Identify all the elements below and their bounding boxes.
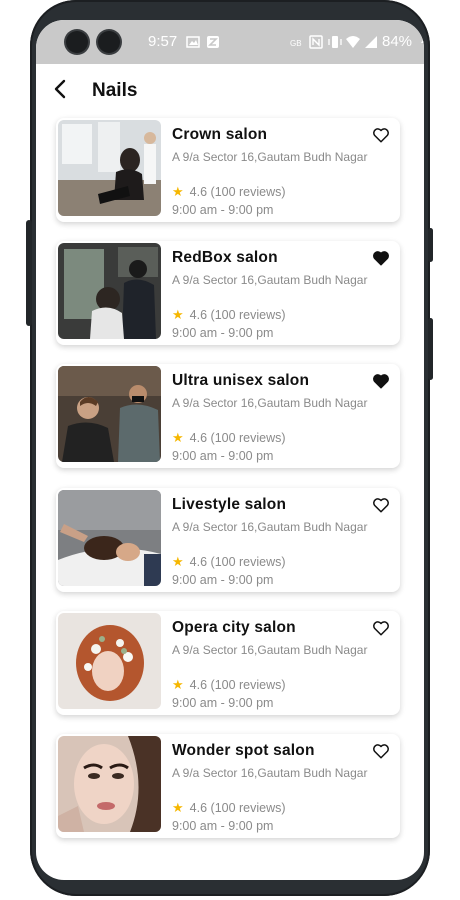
salon-card[interactable]: Crown salon A 9/a Sector 16,Gautam Budh …	[56, 118, 400, 222]
review-count: (100 reviews)	[210, 678, 286, 692]
review-count: (100 reviews)	[210, 431, 286, 445]
rating-row: ★ 4.6 (100 reviews)	[172, 554, 286, 570]
opening-hours: 9:00 am - 9:00 pm	[172, 696, 274, 710]
salon-address: A 9/a Sector 16,Gautam Budh Nagar	[172, 150, 368, 164]
opening-hours: 9:00 am - 9:00 pm	[172, 819, 274, 833]
app-screen: 9:57 GB 84% Nails Crown salon A 9/a Sect…	[36, 20, 424, 880]
page-title: Nails	[92, 80, 138, 101]
salon-address: A 9/a Sector 16,Gautam Budh Nagar	[172, 643, 368, 657]
salon-name: Opera city salon	[172, 619, 296, 636]
salon-address: A 9/a Sector 16,Gautam Budh Nagar	[172, 766, 368, 780]
salon-photo	[58, 613, 161, 709]
salon-card[interactable]: Wonder spot salon A 9/a Sector 16,Gautam…	[56, 734, 400, 838]
heart-icon[interactable]	[372, 742, 390, 760]
opening-hours: 9:00 am - 9:00 pm	[172, 449, 274, 463]
salon-photo	[58, 736, 161, 832]
signal-icon	[365, 36, 377, 48]
salon-name: Ultra unisex salon	[172, 372, 310, 389]
heart-icon[interactable]	[372, 126, 390, 144]
battery-percent: 84%	[382, 33, 413, 50]
rating-value: 4.6	[189, 801, 208, 815]
rating-row: ★ 4.6 (100 reviews)	[172, 430, 286, 446]
phone-side-button	[26, 220, 32, 326]
salon-card[interactable]: Livestyle salon A 9/a Sector 16,Gautam B…	[56, 488, 400, 592]
salon-photo	[58, 120, 161, 216]
opening-hours: 9:00 am - 9:00 pm	[172, 203, 274, 217]
opening-hours: 9:00 am - 9:00 pm	[172, 573, 274, 587]
app-notification-icon	[207, 36, 219, 48]
salon-address: A 9/a Sector 16,Gautam Budh Nagar	[172, 396, 368, 410]
heart-icon[interactable]	[372, 619, 390, 637]
rating-row: ★ 4.6 (100 reviews)	[172, 184, 286, 200]
salon-photo	[58, 243, 161, 339]
status-bar: 9:57 GB 84%	[36, 20, 424, 64]
charging-icon	[421, 38, 424, 49]
nfc-icon	[309, 35, 323, 49]
rating-value: 4.6	[189, 308, 208, 322]
rating-value: 4.6	[189, 431, 208, 445]
opening-hours: 9:00 am - 9:00 pm	[172, 326, 274, 340]
rating-value: 4.6	[189, 185, 208, 199]
star-icon: ★	[172, 677, 184, 692]
heart-icon[interactable]	[372, 372, 390, 390]
review-count: (100 reviews)	[210, 801, 286, 815]
front-camera	[98, 31, 120, 53]
salon-name: RedBox salon	[172, 249, 278, 266]
star-icon: ★	[172, 800, 184, 815]
salon-card[interactable]: RedBox salon A 9/a Sector 16,Gautam Budh…	[56, 241, 400, 345]
review-count: (100 reviews)	[210, 555, 286, 569]
review-count: (100 reviews)	[210, 185, 286, 199]
salon-address: A 9/a Sector 16,Gautam Budh Nagar	[172, 273, 368, 287]
salon-address: A 9/a Sector 16,Gautam Budh Nagar	[172, 520, 368, 534]
star-icon: ★	[172, 184, 184, 199]
salon-name: Crown salon	[172, 126, 268, 143]
rating-value: 4.6	[189, 678, 208, 692]
rating-row: ★ 4.6 (100 reviews)	[172, 677, 286, 693]
heart-icon[interactable]	[372, 249, 390, 267]
phone-side-button	[428, 228, 433, 262]
svg-text:GB: GB	[290, 39, 302, 48]
front-camera	[66, 31, 88, 53]
data-saver-icon: GB	[290, 39, 302, 48]
heart-icon[interactable]	[372, 496, 390, 514]
star-icon: ★	[172, 554, 184, 569]
image-notification-icon	[186, 36, 200, 48]
star-icon: ★	[172, 307, 184, 322]
salon-photo	[58, 490, 161, 586]
rating-value: 4.6	[189, 555, 208, 569]
phone-side-button	[428, 318, 433, 380]
app-bar: Nails	[36, 64, 424, 116]
star-icon: ★	[172, 430, 184, 445]
chevron-left-icon[interactable]	[50, 78, 72, 100]
rating-row: ★ 4.6 (100 reviews)	[172, 800, 286, 816]
review-count: (100 reviews)	[210, 308, 286, 322]
salon-card[interactable]: Opera city salon A 9/a Sector 16,Gautam …	[56, 611, 400, 715]
salon-photo	[58, 366, 161, 462]
rating-row: ★ 4.6 (100 reviews)	[172, 307, 286, 323]
wifi-icon	[346, 36, 360, 48]
salon-name: Wonder spot salon	[172, 742, 315, 759]
vibrate-icon	[328, 36, 342, 48]
salon-name: Livestyle salon	[172, 496, 287, 513]
salon-card[interactable]: Ultra unisex salon A 9/a Sector 16,Gauta…	[56, 364, 400, 468]
status-time: 9:57	[148, 33, 178, 50]
